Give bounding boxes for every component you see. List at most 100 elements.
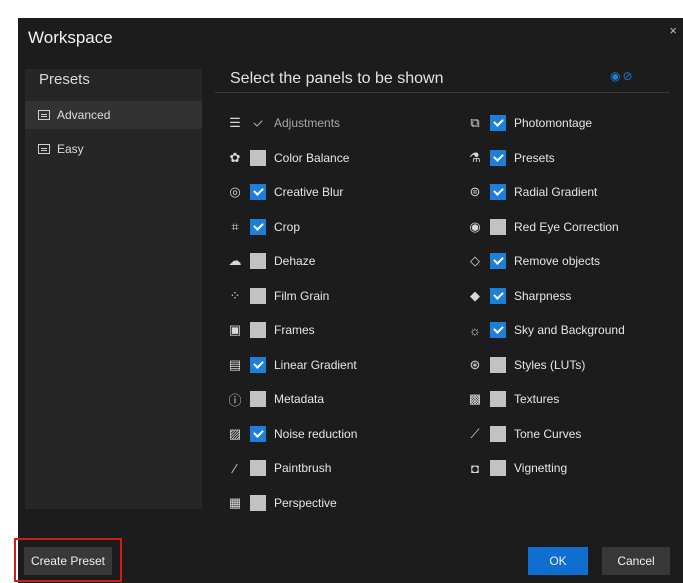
panel-row[interactable]: ◉ Red Eye Correction <box>466 217 619 237</box>
panel-row[interactable]: ▦ Perspective <box>226 493 337 513</box>
panel-row[interactable]: ☁ Dehaze <box>226 251 315 271</box>
texture-icon: ▩ <box>468 391 482 406</box>
panel-checkbox[interactable] <box>490 425 506 442</box>
perspective-icon: ▦ <box>228 494 242 510</box>
preset-label: Advanced <box>57 108 111 122</box>
crop-icon: ⌗ <box>231 218 239 234</box>
panel-label: Remove objects <box>514 254 601 268</box>
panel-label: Adjustments <box>274 116 341 130</box>
panel-checkbox[interactable] <box>250 391 266 407</box>
panel-checkbox[interactable] <box>490 460 506 476</box>
vignette-icon: ◘ <box>471 460 479 476</box>
eye-icon[interactable]: ◉ <box>610 69 622 83</box>
panel-checkbox[interactable] <box>250 322 266 338</box>
frame-icon: ▣ <box>228 322 242 337</box>
panel-checkbox[interactable] <box>490 322 506 338</box>
eraser-icon: ◇ <box>470 253 480 268</box>
panel-checkbox[interactable] <box>490 391 506 407</box>
panel-label: Paintbrush <box>274 461 332 475</box>
panel-label: Red Eye Correction <box>514 219 619 234</box>
panel-checkbox[interactable] <box>490 356 506 373</box>
panel-label: Perspective <box>274 495 337 510</box>
panel-checkbox[interactable] <box>490 253 506 269</box>
ok-button[interactable]: OK <box>528 547 588 575</box>
panel-row[interactable]: ☼ Sky and Background <box>466 320 625 340</box>
create-preset-button[interactable]: Create Preset <box>24 547 112 575</box>
panel-checkbox[interactable] <box>490 149 506 166</box>
close-icon[interactable]: × <box>669 23 677 38</box>
sliders-icon: ☰ <box>229 115 241 130</box>
panel-row[interactable]: ◘ Vignetting <box>466 458 567 478</box>
blur-target-icon: ◎ <box>229 184 241 199</box>
panel-label: Film Grain <box>274 288 330 303</box>
divider <box>215 92 670 93</box>
panel-label: Textures <box>514 392 560 406</box>
panel-checkbox[interactable] <box>250 356 266 373</box>
panel-row[interactable]: ⌗ Crop <box>226 217 300 237</box>
preset-list-icon <box>38 110 50 120</box>
panel-row[interactable]: ◎ Creative Blur <box>226 182 343 202</box>
panel-row[interactable]: ⚗ Presets <box>466 148 555 168</box>
noise-icon: ▨ <box>228 425 242 441</box>
panel-label: Vignetting <box>514 461 568 475</box>
panel-checkbox[interactable] <box>250 494 266 511</box>
panel-row[interactable]: ▨ Noise reduction <box>226 424 357 444</box>
eye-off-icon[interactable]: ⊘ <box>622 69 634 83</box>
panel-label: Dehaze <box>274 254 316 268</box>
panel-checkbox[interactable] <box>490 184 506 200</box>
radial-icon: ⊜ <box>469 184 481 199</box>
preset-item-advanced[interactable]: Advanced <box>25 101 202 129</box>
panel-label: Creative Blur <box>274 185 344 199</box>
preset-label: Easy <box>57 142 84 156</box>
panel-row[interactable]: ⊜ Radial Gradient <box>466 182 597 202</box>
cloud-icon: ☁ <box>228 253 242 268</box>
panel-label: Linear Gradient <box>274 357 357 372</box>
eye-icon: ◉ <box>469 218 481 234</box>
panel-row[interactable]: ⧉ Photomontage <box>466 113 592 133</box>
panel-label: Tone Curves <box>514 426 582 441</box>
gradient-icon: ▤ <box>228 356 242 372</box>
panel-checkbox[interactable] <box>250 184 266 200</box>
panel-checkbox[interactable] <box>490 218 506 235</box>
preset-item-easy[interactable]: Easy <box>25 135 202 163</box>
sky-icon: ☼ <box>469 322 481 338</box>
panel-row[interactable]: ∕ Paintbrush <box>226 458 331 478</box>
panel-row[interactable]: ✿ Color Balance <box>226 148 349 168</box>
panel-checkbox[interactable] <box>250 149 266 166</box>
panel-label: Color Balance <box>274 150 350 165</box>
panel-checkbox[interactable] <box>250 425 266 442</box>
visibility-toggles: ◉⊘ <box>610 69 635 83</box>
panel-checkbox[interactable] <box>250 460 266 476</box>
panel-row[interactable]: ☰ Adjustments <box>226 113 340 133</box>
panel-row[interactable]: ⁘ Film Grain <box>226 286 329 306</box>
diamond-icon: ◆ <box>470 287 480 303</box>
panel-checkbox[interactable] <box>490 115 506 131</box>
cancel-button[interactable]: Cancel <box>602 547 670 575</box>
photomontage-icon: ⧉ <box>470 115 480 130</box>
palette-icon: ✿ <box>229 149 241 165</box>
panel-checkbox[interactable] <box>250 218 266 235</box>
panel-checkbox[interactable] <box>490 287 506 304</box>
preset-list-icon <box>38 144 50 154</box>
panel-row[interactable]: ⓘ Metadata <box>226 389 324 409</box>
panel-row[interactable]: ⟋ Tone Curves <box>466 424 581 444</box>
panel-label: Presets <box>514 150 555 165</box>
panel-label: Metadata <box>274 392 325 406</box>
panel-label: Crop <box>274 219 301 234</box>
panel-checkbox[interactable] <box>250 287 266 304</box>
panel-checkbox[interactable] <box>250 253 266 269</box>
panel-row[interactable]: ⊛ Styles (LUTs) <box>466 355 585 375</box>
flask-icon: ⚗ <box>469 149 481 165</box>
panel-row[interactable]: ▩ Textures <box>466 389 559 409</box>
dialog-title: Workspace <box>28 28 113 47</box>
panel-row[interactable]: ▣ Frames <box>226 320 315 340</box>
info-icon: ⓘ <box>228 392 242 408</box>
grain-icon: ⁘ <box>229 287 241 303</box>
panel-row[interactable]: ◇ Remove objects <box>466 251 600 271</box>
brush-icon: ∕ <box>233 460 237 476</box>
curve-icon: ⟋ <box>470 425 480 441</box>
panel-checkbox <box>250 115 266 131</box>
panel-row[interactable]: ◆ Sharpness <box>466 286 571 306</box>
panel-row[interactable]: ▤ Linear Gradient <box>226 355 357 375</box>
panel-label: Styles (LUTs) <box>514 357 586 372</box>
